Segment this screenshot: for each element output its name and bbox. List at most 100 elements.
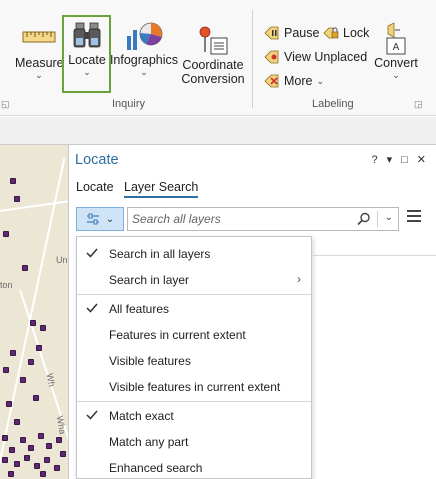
map-point[interactable] <box>33 395 39 401</box>
menu-item-all-features[interactable]: All features <box>77 296 311 322</box>
group-separator <box>252 10 253 108</box>
pane-divider <box>313 255 436 256</box>
menu-item-match-exact[interactable]: Match exact <box>77 403 311 429</box>
coordinate-label-line2: Conversion <box>181 72 245 86</box>
help-icon[interactable]: ? <box>371 154 377 166</box>
checkmark-icon <box>86 248 98 258</box>
map-point[interactable] <box>22 265 28 271</box>
menu-separator <box>77 401 311 402</box>
map-point[interactable] <box>6 401 12 407</box>
labeling-launcher-icon[interactable]: ◲ <box>414 99 423 110</box>
pane-controls: ? ▾ □ ✕ <box>371 153 426 167</box>
map-point[interactable] <box>40 471 46 477</box>
search-input[interactable] <box>132 211 352 227</box>
convert-button[interactable]: A Convert ⌄ <box>370 22 422 80</box>
coordinate-conversion-button[interactable]: Coordinate Conversion <box>181 24 245 86</box>
maximize-icon[interactable]: □ <box>401 154 408 166</box>
menu-item-search-all-layers[interactable]: Search in all layers <box>77 241 311 267</box>
map-point[interactable] <box>60 451 66 457</box>
map-point[interactable] <box>56 437 62 443</box>
search-icon[interactable] <box>356 211 372 227</box>
chevron-down-icon: ⌄ <box>392 70 400 80</box>
map-point[interactable] <box>3 231 9 237</box>
pause-button[interactable]: Pause <box>264 26 319 40</box>
inquiry-group-label: Inquiry <box>112 98 146 110</box>
map-point[interactable] <box>38 433 44 439</box>
infographics-button[interactable]: Infographics ⌄ <box>109 20 179 77</box>
menu-item-label: All features <box>109 302 170 316</box>
map-point[interactable] <box>20 437 26 443</box>
close-icon[interactable]: ✕ <box>417 153 426 166</box>
map-label: Wha <box>54 415 68 435</box>
map-point[interactable] <box>14 419 20 425</box>
map-point[interactable] <box>36 345 42 351</box>
map-point[interactable] <box>8 471 14 477</box>
menu-item-match-any-part[interactable]: Match any part <box>77 429 311 455</box>
map-point[interactable] <box>46 443 52 449</box>
menu-icon[interactable] <box>407 210 421 224</box>
menu-separator <box>77 294 311 295</box>
menu-item-label: Features in current extent <box>109 328 246 342</box>
map-point[interactable] <box>2 435 8 441</box>
pane-options-icon[interactable]: ▾ <box>387 153 393 166</box>
map-road <box>0 200 68 212</box>
ribbon: ◱ Measure ⌄ Locate ⌄ Infographics ⌄ Coor… <box>0 0 436 116</box>
search-options-menu: Search in all layers Search in layer › A… <box>76 236 312 479</box>
pause-labels-icon <box>264 26 279 40</box>
map-point[interactable] <box>30 320 36 326</box>
map-point[interactable] <box>54 465 60 471</box>
more-labeling-icon <box>264 74 279 88</box>
menu-item-label: Visible features in current extent <box>109 380 281 394</box>
menu-item-label: Visible features <box>109 354 191 368</box>
tab-layer-search[interactable]: Layer Search <box>124 180 199 198</box>
map-point[interactable] <box>28 359 34 365</box>
more-button[interactable]: More ⌄ <box>264 74 324 88</box>
measure-button[interactable]: Measure ⌄ <box>15 30 64 80</box>
map-point[interactable] <box>14 196 20 202</box>
map-point[interactable] <box>10 350 16 356</box>
chevron-down-icon: ⌄ <box>316 75 325 86</box>
map-point[interactable] <box>28 445 34 451</box>
tab-locate[interactable]: Locate <box>76 180 114 194</box>
map-label: Wh <box>44 372 57 388</box>
chevron-down-icon: ⌄ <box>105 213 115 225</box>
convert-annotation-icon: A <box>386 22 406 55</box>
left-launcher-icon[interactable]: ◱ <box>1 99 10 110</box>
menu-item-enhanced-search[interactable]: Enhanced search <box>77 455 311 479</box>
map-point[interactable] <box>3 367 9 373</box>
map-point[interactable] <box>24 455 30 461</box>
chevron-down-icon[interactable]: ⌄ <box>385 212 393 223</box>
map-label: Un <box>56 255 68 265</box>
menu-item-label: Search in all layers <box>109 247 211 261</box>
menu-item-search-in-layer[interactable]: Search in layer › <box>77 267 311 293</box>
map-point[interactable] <box>2 457 8 463</box>
map-view[interactable]: Un ton Wh Wha <box>0 144 68 479</box>
lock-button[interactable]: Lock <box>323 26 369 40</box>
map-point[interactable] <box>44 457 50 463</box>
checkmark-icon <box>86 303 98 313</box>
view-unplaced-label: View Unplaced <box>284 50 368 64</box>
ruler-icon <box>22 31 56 43</box>
labeling-group-label: Labeling <box>312 98 354 110</box>
map-point[interactable] <box>20 377 26 383</box>
map-point[interactable] <box>40 325 46 331</box>
map-label: ton <box>0 280 13 290</box>
menu-item-visible-features-in-current-extent[interactable]: Visible features in current extent <box>77 374 311 400</box>
menu-item-visible-features[interactable]: Visible features <box>77 348 311 374</box>
search-options-button[interactable]: ⌄ <box>76 207 124 231</box>
map-point[interactable] <box>14 461 20 467</box>
search-separator <box>377 211 378 227</box>
view-unplaced-icon <box>264 50 279 64</box>
map-point[interactable] <box>9 447 15 453</box>
convert-label: Convert <box>374 56 418 70</box>
view-unplaced-button[interactable]: View Unplaced <box>264 50 367 64</box>
menu-item-label: Search in layer <box>109 273 190 287</box>
more-label: More <box>284 74 313 88</box>
map-point[interactable] <box>34 463 40 469</box>
menu-item-label: Match any part <box>109 435 189 449</box>
map-point[interactable] <box>10 178 16 184</box>
search-box[interactable]: ⌄ <box>127 207 399 231</box>
lock-icon <box>323 27 339 39</box>
chevron-right-icon: › <box>297 272 301 286</box>
menu-item-features-in-current-extent[interactable]: Features in current extent <box>77 322 311 348</box>
